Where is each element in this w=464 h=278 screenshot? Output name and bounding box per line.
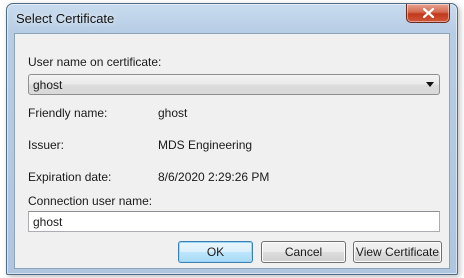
close-icon [422, 8, 434, 18]
friendly-name-label: Friendly name: [28, 106, 108, 120]
friendly-name-value: ghost [158, 106, 188, 120]
close-button[interactable] [406, 4, 450, 23]
user-name-label: User name on certificate: [28, 55, 162, 69]
issuer-value: MDS Engineering [158, 138, 253, 152]
connection-user-name-input[interactable] [29, 212, 439, 231]
view-certificate-button[interactable]: View Certificate [353, 241, 442, 263]
user-name-dropdown[interactable]: ghost [28, 74, 440, 95]
select-certificate-dialog: Select Certificate User name on certific… [6, 3, 458, 275]
connection-user-name-field[interactable] [28, 211, 440, 232]
chevron-down-icon [426, 82, 434, 87]
window-title: Select Certificate [16, 11, 115, 26]
user-name-selected: ghost [33, 78, 63, 92]
dialog-body: User name on certificate: ghost Friendly… [14, 33, 450, 269]
ok-button[interactable]: OK [178, 241, 253, 263]
expiration-date-label: Expiration date: [28, 170, 112, 184]
connection-user-name-label: Connection user name: [28, 194, 153, 208]
cancel-button[interactable]: Cancel [261, 241, 346, 263]
title-bar[interactable]: Select Certificate [7, 4, 457, 32]
issuer-label: Issuer: [28, 138, 65, 152]
expiration-date-value: 8/6/2020 2:29:26 PM [158, 170, 270, 184]
